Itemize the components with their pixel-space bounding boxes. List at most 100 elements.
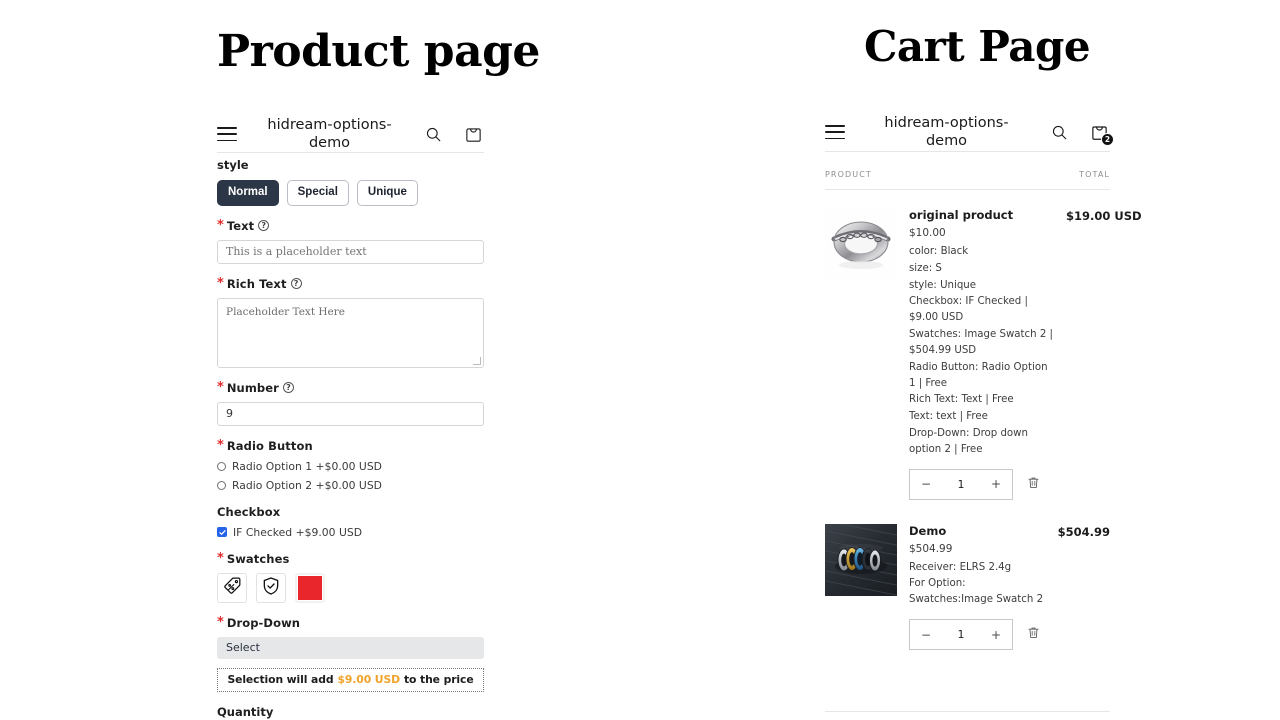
cart-item-controls: − 1 + [909, 619, 1046, 650]
field-number-label: * Number ? [217, 381, 484, 395]
store-name-cart[interactable]: hidream-options-demo [877, 114, 1017, 150]
required-asterisk: * [217, 437, 224, 453]
field-text: * Text ? [217, 219, 484, 264]
red-color-fill [298, 575, 322, 600]
cart-item-option: style: Unique [909, 279, 977, 291]
rings-on-dark-wood-image[interactable] [825, 523, 897, 596]
decrease-quantity-button[interactable]: − [921, 629, 931, 641]
quantity-label: Quantity [217, 704, 274, 719]
checkbox-option-if-checked[interactable]: IF Checked +$9.00 USD [217, 526, 484, 539]
quantity-stepper: − 1 + [909, 619, 1013, 650]
cart-item-controls: − 1 + [909, 468, 1054, 500]
cart-item-option: Receiver: ELRS 2.4g [909, 561, 1012, 573]
swatch-shield[interactable] [256, 572, 286, 603]
cart-column-product: PRODUCT [825, 170, 872, 179]
cart-item-total-amount: $504.99 [1057, 524, 1110, 539]
search-icon[interactable] [1048, 121, 1070, 143]
cart-item-option: Text: text | Free [909, 411, 988, 423]
screenshot-root: Product page Cart Page hidream-options-d… [0, 0, 1280, 720]
number-input[interactable] [217, 401, 484, 426]
question-mark-icon[interactable]: ? [282, 382, 294, 394]
field-radio-label-text: Radio Button [226, 438, 313, 453]
cart-item-option: Drop-Down: Drop down option 2 | Free [909, 427, 1028, 455]
cart-item-unit-price: $10.00 [909, 227, 946, 239]
radio-option-2[interactable]: Radio Option 2 +$0.00 USD [217, 479, 484, 492]
field-rich-text-label-text: Rich Text [226, 276, 287, 291]
price-tag-percent-icon [222, 576, 242, 600]
cart-item-option: color: Black [909, 246, 969, 257]
cart-item-total-amount: $19.00 [1066, 209, 1111, 223]
radio-circle-icon[interactable] [217, 480, 226, 490]
field-text-label-text: Text [226, 218, 255, 233]
style-button-group: Normal Special Unique [217, 180, 484, 206]
field-style-label: style [217, 158, 249, 172]
cart-item-option: For Option: Swatches:Image Swatch 2 [909, 578, 1044, 606]
field-rich-text-label: * Rich Text ? [217, 277, 484, 291]
increase-quantity-button[interactable]: + [991, 629, 1001, 641]
quantity-value[interactable]: 1 [958, 478, 965, 491]
field-checkbox-label-text: Checkbox [217, 504, 281, 519]
cart-column-headers: PRODUCT TOTAL [825, 170, 1110, 189]
cart-item-option: Swatches: Image Swatch 2 | $504.99 USD [909, 329, 1053, 356]
style-button-special[interactable]: Special [286, 180, 349, 206]
store-name-product[interactable]: hidream-options-demo [260, 116, 400, 152]
shopping-bag-icon[interactable] [462, 123, 484, 145]
field-radio-group: * Radio Button Radio Option 1 +$0.00 USD… [217, 439, 484, 492]
field-number-label-text: Number [226, 380, 279, 395]
field-swatches-label-text: Swatches [226, 551, 290, 566]
price-note-suffix: to the price [404, 673, 474, 687]
cart-line-item: Demo $504.99 Receiver: ELRS 2.4g For Opt… [825, 500, 1110, 650]
swatch-color-red[interactable] [295, 572, 325, 603]
shopping-bag-icon[interactable]: 2 [1088, 121, 1114, 147]
question-mark-icon[interactable]: ? [258, 220, 270, 232]
field-style: style Normal Special Unique [217, 158, 484, 206]
quantity-stepper: − 1 + [909, 468, 1013, 500]
field-number: * Number ? [217, 381, 484, 426]
cart-item-details: original product $10.00 color: Black siz… [909, 208, 1054, 500]
style-button-unique[interactable]: Unique [356, 180, 418, 206]
required-asterisk: * [217, 550, 224, 566]
field-dropdown-label: * Drop-Down [217, 616, 484, 630]
hamburger-icon[interactable] [217, 127, 237, 142]
trash-icon[interactable] [1027, 625, 1040, 644]
header-icons-product [422, 123, 484, 145]
field-checkbox-group: Checkbox IF Checked +$9.00 USD [217, 505, 484, 539]
cart-line-item: original product $10.00 color: Black siz… [825, 190, 1142, 500]
swatch-price-tag[interactable] [217, 572, 247, 603]
cart-item-total-currency: USD [1114, 209, 1142, 223]
cart-item-details: Demo $504.99 Receiver: ELRS 2.4g For Opt… [909, 524, 1046, 650]
search-icon[interactable] [422, 123, 444, 145]
cart-item-option: Rich Text: Text | Free [909, 394, 1014, 406]
field-checkbox-label: Checkbox [217, 505, 484, 519]
question-mark-icon[interactable]: ? [290, 278, 302, 290]
field-swatches-label: * Swatches [217, 552, 484, 566]
checkmark-icon[interactable] [217, 527, 227, 538]
cart-item-option: Radio Button: Radio Option 1 | Free [909, 361, 1048, 389]
radio-option-1[interactable]: Radio Option 1 +$0.00 USD [217, 460, 484, 473]
field-radio-label: * Radio Button [217, 439, 484, 453]
required-asterisk: * [217, 614, 224, 630]
field-rich-text: * Rich Text ? Placeholder Text Here [217, 277, 484, 368]
decrease-quantity-button[interactable]: − [921, 478, 931, 490]
field-dropdown: * Drop-Down Select Selection will add $9… [217, 616, 484, 692]
cart-item-name[interactable]: Demo [909, 524, 1046, 538]
cart-item-total: $504.99 [1058, 524, 1110, 650]
cart-bottom-divider [825, 711, 1110, 712]
trash-icon[interactable] [1027, 475, 1040, 494]
required-asterisk: * [217, 217, 224, 233]
cart-item-name[interactable]: original product [909, 208, 1054, 222]
hamburger-icon[interactable] [825, 125, 845, 140]
page-title-cart: Cart Page [864, 22, 1091, 71]
dropdown-select[interactable]: Select [217, 636, 484, 659]
header-icons-cart: 2 [1048, 121, 1114, 147]
radio-circle-icon[interactable] [217, 461, 226, 471]
required-asterisk: * [217, 379, 224, 395]
silver-chain-ring-image[interactable] [825, 208, 897, 280]
increase-quantity-button[interactable]: + [991, 478, 1001, 490]
rich-text-editor[interactable]: Placeholder Text Here [217, 297, 484, 368]
text-input[interactable] [217, 239, 484, 264]
header-divider-product [217, 152, 484, 153]
quantity-value[interactable]: 1 [958, 628, 965, 641]
store-header-cart: hidream-options-demo 2 [825, 114, 1114, 150]
style-button-normal[interactable]: Normal [217, 180, 279, 206]
